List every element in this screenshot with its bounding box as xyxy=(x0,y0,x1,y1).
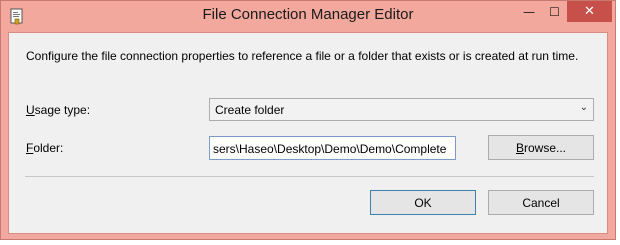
dialog-window: File Connection Manager Editor — ☐ ✕ Con… xyxy=(0,0,616,240)
browse-button[interactable]: Browse... xyxy=(488,135,594,160)
browse-label: rowse... xyxy=(524,140,567,155)
folder-path-input[interactable]: sers\Haseo\Desktop\Demo\Demo\Complete xyxy=(209,136,456,160)
minimize-button[interactable]: — xyxy=(516,1,542,22)
folder-label: Folder: xyxy=(26,141,63,155)
maximize-button[interactable]: ☐ xyxy=(542,1,567,22)
description-text: Configure the file connection properties… xyxy=(26,49,579,63)
title-bar[interactable]: File Connection Manager Editor — ☐ ✕ xyxy=(1,1,615,32)
usage-type-value: Create folder xyxy=(215,103,285,117)
usage-type-label-text: sage type: xyxy=(34,103,91,117)
folder-path-value: sers\Haseo\Desktop\Demo\Demo\Complete xyxy=(213,142,447,156)
folder-label-text: older: xyxy=(33,141,64,155)
ok-button[interactable]: OK xyxy=(370,190,476,215)
usage-type-label: Usage type: xyxy=(26,103,90,117)
usage-type-accel: U xyxy=(26,103,35,117)
separator xyxy=(25,176,594,177)
browse-accel: B xyxy=(515,140,524,155)
close-button[interactable]: ✕ xyxy=(567,1,612,22)
dialog-client-area: Configure the file connection properties… xyxy=(8,32,608,234)
cancel-button[interactable]: Cancel xyxy=(488,190,594,215)
chevron-down-icon[interactable]: ⌄ xyxy=(580,102,588,113)
usage-type-dropdown[interactable]: Create folder ⌄ xyxy=(209,98,594,121)
